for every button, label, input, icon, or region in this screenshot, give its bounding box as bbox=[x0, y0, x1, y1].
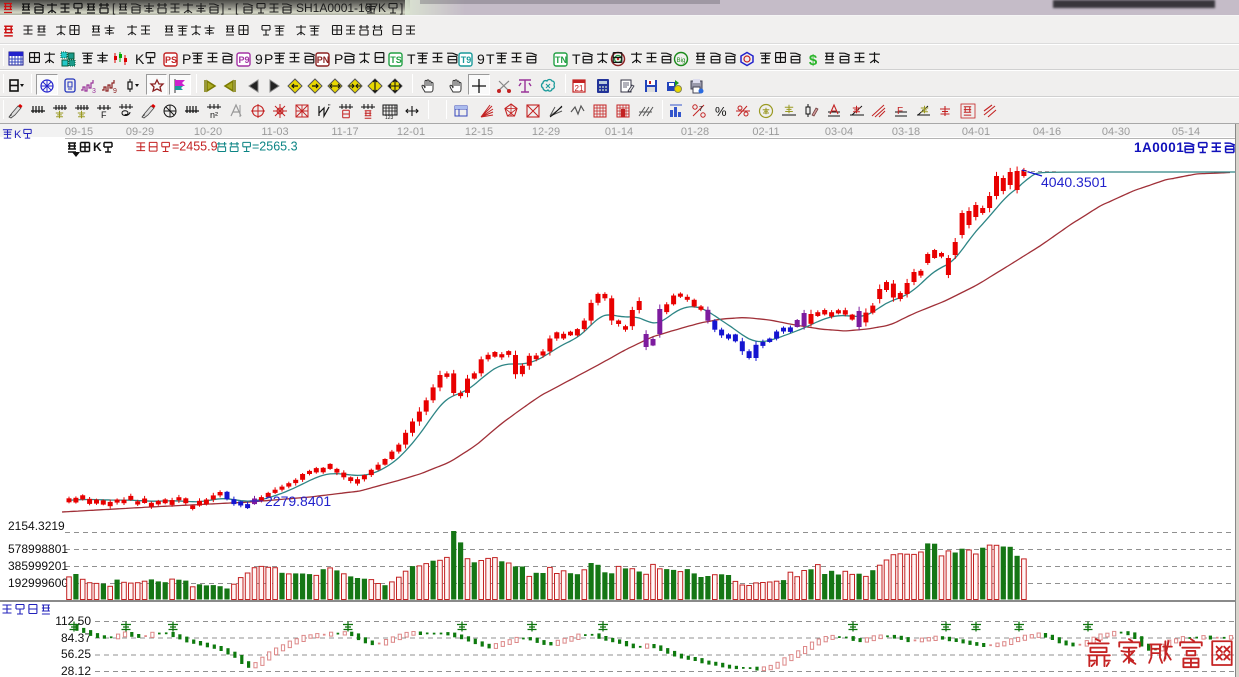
svg-text:] - [: ] - [ bbox=[221, 1, 239, 15]
svg-text:02-11: 02-11 bbox=[752, 126, 779, 138]
svg-text:12-29: 12-29 bbox=[532, 126, 560, 138]
svg-text:=2455.9: =2455.9 bbox=[172, 140, 218, 154]
svg-text:21: 21 bbox=[575, 84, 584, 93]
svg-text:2279.8401: 2279.8401 bbox=[265, 493, 331, 509]
svg-text:=2565.3: =2565.3 bbox=[252, 140, 298, 154]
svg-text:385999201: 385999201 bbox=[8, 559, 68, 573]
svg-text:09-29: 09-29 bbox=[126, 126, 154, 138]
svg-text:%: % bbox=[715, 104, 727, 119]
svg-text:05-14: 05-14 bbox=[1172, 126, 1200, 138]
svg-text:9: 9 bbox=[255, 51, 263, 67]
svg-text:192999600: 192999600 bbox=[8, 576, 68, 590]
svg-text:12-15: 12-15 bbox=[465, 126, 493, 138]
svg-text:56.25: 56.25 bbox=[61, 647, 91, 661]
svg-text:04-30: 04-30 bbox=[1102, 126, 1130, 138]
svg-text:K: K bbox=[93, 140, 102, 154]
svg-text:n²: n² bbox=[210, 110, 218, 119]
svg-text:SH1A0001-167: SH1A0001-167 bbox=[296, 1, 378, 15]
svg-text:10-20: 10-20 bbox=[194, 126, 222, 138]
svg-text:$: $ bbox=[809, 52, 818, 67]
svg-text:T: T bbox=[486, 51, 495, 67]
svg-text:K: K bbox=[378, 1, 386, 15]
svg-text:9: 9 bbox=[113, 88, 117, 94]
svg-text:P: P bbox=[334, 51, 343, 67]
svg-text:84.37: 84.37 bbox=[61, 631, 91, 645]
svg-text:01-14: 01-14 bbox=[605, 126, 633, 138]
svg-text:P: P bbox=[264, 51, 273, 67]
svg-text:]: ] bbox=[400, 1, 403, 15]
svg-text:12-01: 12-01 bbox=[397, 126, 425, 138]
svg-text:28.12: 28.12 bbox=[61, 664, 91, 677]
svg-text:04-01: 04-01 bbox=[962, 126, 990, 138]
svg-text:123: 123 bbox=[385, 115, 394, 119]
svg-text:T: T bbox=[407, 51, 416, 67]
svg-text:K: K bbox=[14, 129, 22, 141]
svg-text:11-03: 11-03 bbox=[261, 126, 288, 138]
svg-text:3: 3 bbox=[92, 88, 96, 94]
svg-text:K: K bbox=[135, 51, 145, 67]
svg-text:": " bbox=[328, 104, 331, 111]
svg-text:112.50: 112.50 bbox=[55, 614, 91, 628]
svg-text:[: [ bbox=[112, 1, 116, 15]
svg-text:04-16: 04-16 bbox=[1033, 126, 1061, 138]
svg-text:09-15: 09-15 bbox=[65, 126, 93, 138]
svg-text:P: P bbox=[182, 51, 191, 67]
svg-text:01-28: 01-28 bbox=[681, 126, 709, 138]
svg-text:7: 7 bbox=[699, 106, 703, 113]
svg-text:03-18: 03-18 bbox=[892, 126, 920, 138]
svg-text:1A0001: 1A0001 bbox=[1134, 140, 1184, 155]
svg-text:9: 9 bbox=[477, 51, 485, 67]
svg-text:TN: TN bbox=[555, 55, 567, 65]
svg-text:03-04: 03-04 bbox=[825, 126, 853, 138]
svg-text:4040.3501: 4040.3501 bbox=[1041, 174, 1107, 190]
svg-text:2154.3219: 2154.3219 bbox=[8, 519, 65, 533]
svg-text:F: F bbox=[101, 110, 107, 119]
svg-text:F: F bbox=[897, 106, 903, 117]
svg-text:T: T bbox=[572, 51, 581, 67]
svg-text:578998801: 578998801 bbox=[8, 542, 68, 556]
svg-text:11-17: 11-17 bbox=[331, 126, 358, 138]
